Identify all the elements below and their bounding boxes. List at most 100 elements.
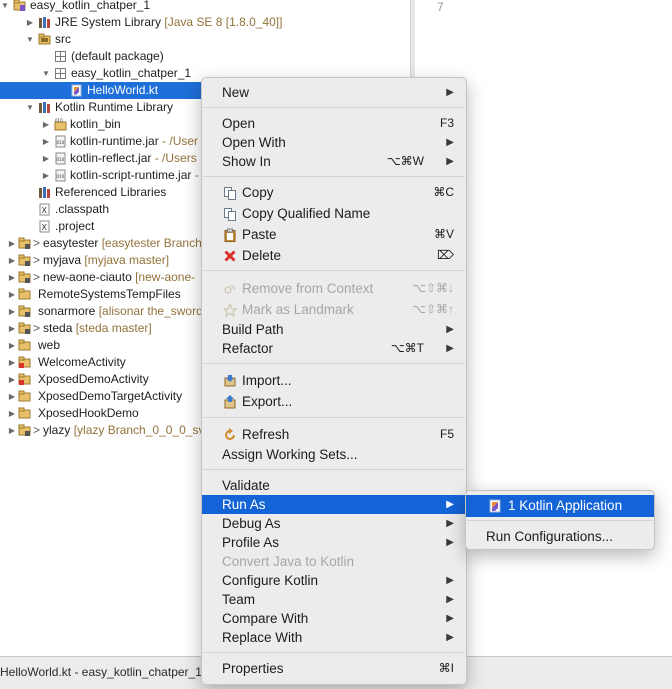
tree-item-label: kotlin-reflect.jar [70, 151, 152, 165]
menu-item-refresh[interactable]: Refresh F5 [202, 425, 466, 444]
jar-icon: 010 [55, 135, 66, 148]
menu-item-label: Debug As [222, 516, 281, 531]
submenu-arrow-icon: ▶ [446, 594, 454, 605]
menu-item-delete[interactable]: Delete ⌦ [202, 246, 466, 265]
menu-item-shortcut: F3 [439, 116, 454, 130]
chevron-right-icon[interactable]: ▶ [7, 388, 17, 405]
chevron-right-icon[interactable]: ▶ [41, 133, 51, 150]
submenu-arrow-icon: ▶ [446, 537, 454, 548]
tree-item-default-package[interactable]: (default package) [0, 48, 410, 65]
menu-item-run-as[interactable]: Run As ▶ [202, 495, 466, 514]
tree-item-label: myjava [43, 253, 82, 267]
chevron-right-icon[interactable]: ▶ [7, 235, 17, 252]
menu-item-open[interactable]: Open F3 [202, 114, 466, 133]
menu-separator [203, 176, 465, 177]
project-error-icon [18, 356, 31, 368]
menu-item-label: Properties [222, 661, 284, 676]
tree-item-jre-system-library[interactable]: ▶ JRE System Library [Java SE 8 [1.8.0_4… [0, 14, 410, 31]
submenu-arrow-icon: ▶ [446, 632, 454, 643]
project-icon [18, 271, 31, 283]
menu-item-assign-working-sets[interactable]: Assign Working Sets... [202, 445, 466, 464]
submenu-arrow-icon: ▶ [446, 575, 454, 586]
menu-item-label: Show In [222, 154, 271, 169]
menu-item-mark-as-landmark[interactable]: Mark as Landmark ⌥⇧⌘↑ [202, 300, 466, 319]
tree-item-label: XposedHookDemo [38, 406, 139, 420]
menu-item-compare-with[interactable]: Compare With ▶ [202, 609, 466, 628]
chevron-right-icon[interactable]: ▶ [7, 320, 17, 337]
chevron-right-icon[interactable]: ▶ [7, 286, 17, 303]
menu-item-convert-java-to-kotlin[interactable]: Convert Java to Kotlin [202, 552, 466, 571]
menu-item-build-path[interactable]: Build Path ▶ [202, 320, 466, 339]
tree-item-label: easy_kotlin_chatper_1 [71, 66, 192, 80]
tree-item-label: kotlin-script-runtime.jar [70, 168, 192, 182]
chevron-down-icon[interactable]: ▼ [25, 31, 35, 48]
chevron-right-icon[interactable]: ▶ [7, 269, 17, 286]
chevron-right-icon[interactable]: ▶ [7, 354, 17, 371]
library-icon [39, 17, 50, 28]
menu-item-open-with[interactable]: Open With ▶ [202, 133, 466, 152]
tree-item-label: XposedDemoTargetActivity [38, 389, 183, 403]
chevron-down-icon[interactable]: ▼ [0, 0, 10, 14]
chevron-right-icon[interactable]: ▶ [7, 303, 17, 320]
chevron-right-icon[interactable]: ▶ [7, 371, 17, 388]
chevron-down-icon[interactable]: ▼ [25, 99, 35, 116]
chevron-down-icon[interactable]: ▼ [41, 65, 51, 82]
menu-item-paste[interactable]: Paste ⌘V [202, 225, 466, 244]
svg-text:X: X [42, 223, 48, 232]
menu-item-new[interactable]: New ▶ [202, 83, 466, 102]
chevron-right-icon[interactable]: ▶ [7, 422, 17, 439]
menu-item-shortcut: ⌥⇧⌘↑ [412, 302, 454, 316]
menu-item-remove-from-context[interactable]: Remove from Context ⌥⇧⌘↓ [202, 279, 466, 298]
menu-item-export[interactable]: Export... [202, 392, 466, 411]
menu-item-profile-as[interactable]: Profile As ▶ [202, 533, 466, 552]
tree-item-project-easy-kotlin[interactable]: ▼ easy_kotlin_chatper_1 [0, 0, 410, 14]
export-icon [224, 395, 236, 409]
menu-item-debug-as[interactable]: Debug As ▶ [202, 514, 466, 533]
chevron-right-icon[interactable]: ▶ [7, 252, 17, 269]
tree-item-decoration: [Java SE 8 [1.8.0_40]] [164, 15, 283, 29]
import-icon [224, 375, 236, 387]
chevron-right-icon[interactable]: ▶ [7, 405, 17, 422]
project-icon [18, 322, 31, 334]
menu-separator [203, 270, 465, 271]
menu-item-label: Delete [242, 248, 282, 263]
menu-item-copy[interactable]: Copy ⌘C [202, 183, 466, 202]
menu-item-label: Import... [242, 373, 292, 388]
tree-item-decoration: [ylazy Branch_0_0_0_sv [73, 423, 205, 437]
submenu-item-kotlin-application[interactable]: 1 Kotlin Application [466, 495, 654, 517]
run-as-submenu: 1 Kotlin Application Run Configurations.… [465, 490, 655, 550]
submenu-item-run-configurations[interactable]: Run Configurations... [466, 526, 654, 548]
tree-item-label: easy_kotlin_chatper_1 [30, 0, 151, 12]
menu-item-refactor[interactable]: Refactor ⌥⌘T ▶ [202, 339, 466, 358]
package-icon [55, 68, 66, 79]
submenu-item-label: Run Configurations... [486, 529, 613, 544]
chevron-right-icon[interactable]: ▶ [41, 116, 51, 133]
svg-text:X: X [42, 206, 48, 215]
menu-item-replace-with[interactable]: Replace With ▶ [202, 628, 466, 647]
menu-item-team[interactable]: Team ▶ [202, 590, 466, 609]
menu-item-configure-kotlin[interactable]: Configure Kotlin ▶ [202, 571, 466, 590]
chevron-right-icon[interactable]: ▶ [7, 337, 17, 354]
tree-item-src[interactable]: ▼ src [0, 31, 410, 48]
menu-item-import[interactable]: Import... [202, 371, 466, 390]
menu-item-copy-qualified-name[interactable]: Copy Qualified Name [202, 204, 466, 223]
refresh-icon [225, 428, 235, 440]
mark-as-landmark-icon [223, 303, 237, 317]
chevron-right-icon[interactable]: ▶ [25, 14, 35, 31]
copy-icon [224, 187, 236, 200]
project-icon [18, 407, 31, 419]
tree-item-label: kotlin_bin [70, 117, 121, 131]
submenu-arrow-icon: ▶ [446, 156, 454, 167]
menu-item-label: Refactor [222, 341, 274, 356]
tree-item-label: RemoteSystemsTempFiles [38, 287, 181, 301]
menu-item-shortcut: ⌦ [437, 248, 454, 262]
menu-item-validate[interactable]: Validate [202, 476, 466, 495]
menu-item-label: Validate [222, 478, 270, 493]
svg-text:010: 010 [57, 140, 65, 145]
menu-item-properties[interactable]: Properties ⌘I [202, 659, 466, 678]
menu-item-show-in[interactable]: Show In ⌥⌘W ▶ [202, 152, 466, 171]
menu-item-shortcut: ⌥⇧⌘↓ [412, 281, 454, 295]
chevron-right-icon[interactable]: ▶ [41, 150, 51, 167]
chevron-right-icon[interactable]: ▶ [41, 167, 51, 184]
menu-item-label: Mark as Landmark [242, 302, 354, 317]
